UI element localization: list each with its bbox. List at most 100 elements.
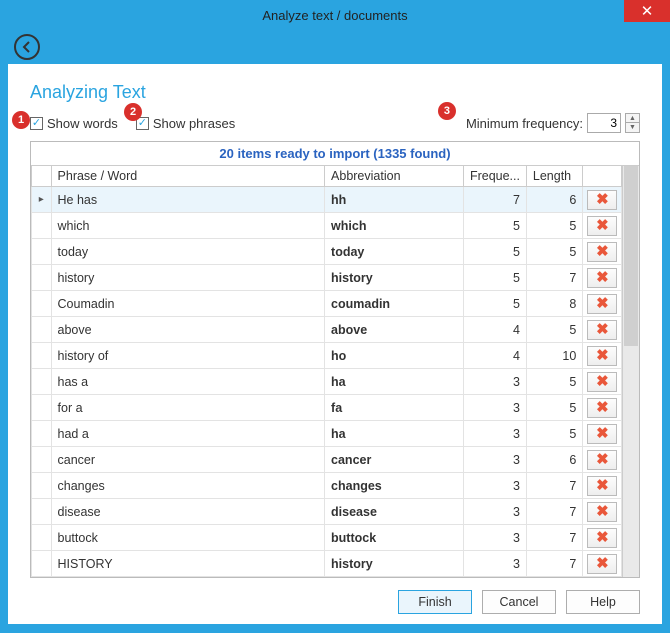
show-words-checkbox[interactable]: ✓ Show words (30, 116, 118, 131)
table-row[interactable]: has aha35✖ (32, 369, 622, 395)
cell-freq: 5 (463, 265, 526, 291)
table-row[interactable]: historyhistory57✖ (32, 265, 622, 291)
cell-freq: 4 (463, 317, 526, 343)
row-selector (32, 317, 52, 343)
cell-abbr: coumadin (325, 291, 464, 317)
cell-delete: ✖ (583, 369, 622, 395)
x-icon: ✖ (596, 322, 609, 337)
min-frequency-input[interactable] (587, 113, 621, 133)
x-icon: ✖ (596, 374, 609, 389)
cell-phrase: history (51, 265, 325, 291)
table-row[interactable]: history ofho410✖ (32, 343, 622, 369)
delete-button[interactable]: ✖ (587, 554, 617, 574)
cell-len: 7 (526, 473, 582, 499)
table-row[interactable]: ▸He hashh76✖ (32, 187, 622, 213)
x-icon: ✖ (596, 426, 609, 441)
delete-button[interactable]: ✖ (587, 216, 617, 236)
back-button[interactable] (14, 34, 40, 60)
window-title: Analyze text / documents (0, 8, 670, 23)
cell-len: 5 (526, 317, 582, 343)
close-button[interactable]: ✕ (624, 0, 670, 22)
cell-delete: ✖ (583, 343, 622, 369)
row-selector (32, 213, 52, 239)
cell-delete: ✖ (583, 239, 622, 265)
cell-phrase: buttock (51, 525, 325, 551)
delete-button[interactable]: ✖ (587, 476, 617, 496)
table-row[interactable]: buttockbuttock37✖ (32, 525, 622, 551)
client-area: Analyzing Text 1 ✓ Show words 2 ✓ Show p… (8, 64, 662, 624)
show-phrases-checkbox[interactable]: ✓ Show phrases (136, 116, 235, 131)
table-row[interactable]: changeschanges37✖ (32, 473, 622, 499)
row-selector (32, 239, 52, 265)
delete-button[interactable]: ✖ (587, 502, 617, 522)
delete-button[interactable]: ✖ (587, 372, 617, 392)
help-button[interactable]: Help (566, 590, 640, 614)
callout-badge-3: 3 (438, 102, 456, 120)
delete-button[interactable]: ✖ (587, 294, 617, 314)
cell-abbr: ha (325, 369, 464, 395)
cell-freq: 3 (463, 421, 526, 447)
row-selector (32, 343, 52, 369)
table-header-row: Phrase / Word Abbreviation Freque... Len… (32, 166, 622, 187)
callout-badge-1: 1 (12, 111, 30, 129)
table-row[interactable]: aboveabove45✖ (32, 317, 622, 343)
col-header-len[interactable]: Length (526, 166, 582, 187)
col-header-freq[interactable]: Freque... (463, 166, 526, 187)
table-row[interactable]: for afa35✖ (32, 395, 622, 421)
delete-button[interactable]: ✖ (587, 190, 617, 210)
table-row[interactable]: todaytoday55✖ (32, 239, 622, 265)
delete-button[interactable]: ✖ (587, 346, 617, 366)
table-row[interactable]: Coumadincoumadin58✖ (32, 291, 622, 317)
cell-delete: ✖ (583, 421, 622, 447)
cancel-button[interactable]: Cancel (482, 590, 556, 614)
spinner-up-button[interactable]: ▲ (626, 114, 639, 123)
toolbar (0, 30, 670, 64)
col-header-abbr[interactable]: Abbreviation (325, 166, 464, 187)
cell-len: 7 (526, 551, 582, 577)
cell-len: 7 (526, 525, 582, 551)
summary-text: 20 items ready to import (1335 found) (31, 142, 639, 166)
checkbox-icon: ✓ (30, 117, 43, 130)
table-row[interactable]: diseasedisease37✖ (32, 499, 622, 525)
cell-delete: ✖ (583, 317, 622, 343)
row-selector (32, 473, 52, 499)
cell-len: 7 (526, 265, 582, 291)
row-selector (32, 395, 52, 421)
delete-button[interactable]: ✖ (587, 450, 617, 470)
table-row[interactable]: cancercancer36✖ (32, 447, 622, 473)
delete-button[interactable]: ✖ (587, 242, 617, 262)
finish-button[interactable]: Finish (398, 590, 472, 614)
delete-button[interactable]: ✖ (587, 398, 617, 418)
delete-button[interactable]: ✖ (587, 320, 617, 340)
scrollbar-thumb[interactable] (624, 166, 638, 346)
col-header-selector[interactable] (32, 166, 52, 187)
delete-button[interactable]: ✖ (587, 528, 617, 548)
cell-delete: ✖ (583, 291, 622, 317)
cell-phrase: disease (51, 499, 325, 525)
x-icon: ✖ (596, 556, 609, 571)
page-title: Analyzing Text (30, 82, 640, 103)
cell-freq: 3 (463, 525, 526, 551)
min-frequency-control: 3 Minimum frequency: ▲ ▼ (438, 113, 640, 133)
min-frequency-spinner: ▲ ▼ (625, 113, 640, 133)
row-selector (32, 369, 52, 395)
spinner-down-button[interactable]: ▼ (626, 123, 639, 132)
row-selector (32, 551, 52, 577)
cell-phrase: today (51, 239, 325, 265)
table-row[interactable]: whichwhich55✖ (32, 213, 622, 239)
show-words-label: Show words (47, 116, 118, 131)
cell-len: 7 (526, 499, 582, 525)
cell-freq: 7 (463, 187, 526, 213)
cell-len: 5 (526, 395, 582, 421)
table-row[interactable]: had aha35✖ (32, 421, 622, 447)
x-icon: ✖ (596, 218, 609, 233)
table-row[interactable]: HISTORYhistory37✖ (32, 551, 622, 577)
cell-freq: 5 (463, 291, 526, 317)
cell-phrase: cancer (51, 447, 325, 473)
cell-freq: 5 (463, 213, 526, 239)
delete-button[interactable]: ✖ (587, 268, 617, 288)
cell-len: 5 (526, 239, 582, 265)
delete-button[interactable]: ✖ (587, 424, 617, 444)
col-header-phrase[interactable]: Phrase / Word (51, 166, 325, 187)
vertical-scrollbar[interactable] (622, 166, 639, 577)
